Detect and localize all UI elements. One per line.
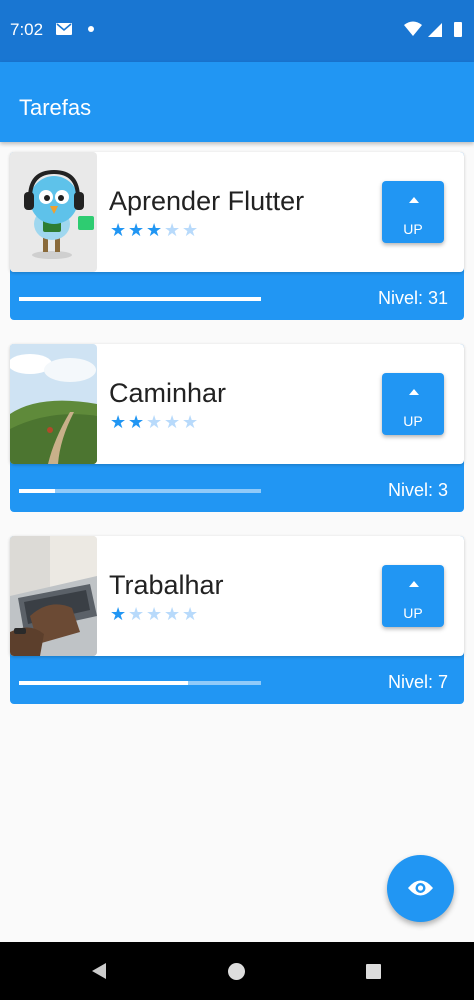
- recents-icon[interactable]: [366, 964, 381, 979]
- arrow-up-icon: [409, 197, 419, 203]
- star-icon: ★: [110, 220, 127, 240]
- task-name: Trabalhar: [109, 570, 224, 600]
- star-icon: ★: [146, 604, 163, 624]
- star-icon: ★: [128, 412, 145, 432]
- system-status-icons: [404, 21, 462, 37]
- battery-icon: [454, 22, 462, 37]
- task-card: Trabalhar ★ ★ ★ ★ ★ UP Nivel: 7: [10, 536, 464, 704]
- app-bar: Tarefas: [0, 62, 474, 142]
- star-icon: ★: [128, 604, 145, 624]
- progress-bar: [19, 681, 261, 685]
- task-card-body: Caminhar ★ ★ ★ ★ ★ UP: [10, 344, 464, 464]
- progress-fill: [19, 489, 55, 493]
- star-icon: ★: [110, 412, 127, 432]
- task-card: Aprender Flutter ★ ★ ★ ★ ★ UP Nivel: 31: [10, 152, 464, 320]
- signal-icon: [428, 23, 442, 37]
- star-icon: ★: [182, 412, 199, 432]
- status-bar: 7:02: [0, 0, 474, 62]
- toggle-visibility-button[interactable]: [387, 855, 454, 922]
- status-time: 7:02: [10, 20, 44, 39]
- up-button[interactable]: UP: [382, 181, 444, 243]
- task-name: Aprender Flutter: [109, 186, 305, 216]
- arrow-up-icon: [409, 389, 419, 395]
- hiking-trail-image: [10, 344, 97, 464]
- progress-fill: [19, 297, 261, 301]
- level-label: Nivel: 31: [377, 288, 448, 308]
- up-button-label: UP: [403, 605, 423, 621]
- task-name: Caminhar: [109, 378, 227, 408]
- level-label: Nivel: 3: [387, 480, 448, 500]
- star-icon: ★: [164, 412, 181, 432]
- difficulty-stars: ★ ★ ★ ★ ★: [110, 412, 205, 432]
- star-icon: ★: [164, 220, 181, 240]
- laptop-typing-image: [10, 536, 97, 656]
- star-icon: ★: [182, 220, 199, 240]
- task-card-body: Trabalhar ★ ★ ★ ★ ★ UP: [10, 536, 464, 656]
- star-icon: ★: [146, 412, 163, 432]
- arrow-up-icon: [409, 581, 419, 587]
- star-icon: ★: [146, 220, 163, 240]
- progress-bar: [19, 489, 261, 493]
- level-label: Nivel: 7: [387, 672, 448, 692]
- star-icon: ★: [182, 604, 199, 624]
- task-card: Caminhar ★ ★ ★ ★ ★ UP Nivel: 3: [10, 344, 464, 512]
- up-button[interactable]: UP: [382, 565, 444, 627]
- star-icon: ★: [164, 604, 181, 624]
- eye-icon: [408, 880, 433, 896]
- up-button[interactable]: UP: [382, 373, 444, 435]
- star-icon: ★: [128, 220, 145, 240]
- star-icon: ★: [110, 604, 127, 624]
- wifi-icon: [404, 21, 422, 36]
- up-button-label: UP: [403, 221, 423, 237]
- home-icon[interactable]: [228, 963, 245, 980]
- task-card-body: Aprender Flutter ★ ★ ★ ★ ★ UP: [10, 152, 464, 272]
- progress-bar: [19, 297, 261, 301]
- flutter-mascot-image: [10, 152, 97, 272]
- mail-icon: [56, 23, 72, 35]
- page-title: Tarefas: [19, 95, 92, 120]
- system-nav-bar: [0, 942, 474, 1000]
- difficulty-stars: ★ ★ ★ ★ ★: [110, 604, 205, 624]
- progress-fill: [19, 681, 188, 685]
- up-button-label: UP: [403, 413, 423, 429]
- difficulty-stars: ★ ★ ★ ★ ★: [110, 220, 205, 240]
- back-icon[interactable]: [92, 963, 106, 979]
- notification-dot-icon: [88, 26, 94, 32]
